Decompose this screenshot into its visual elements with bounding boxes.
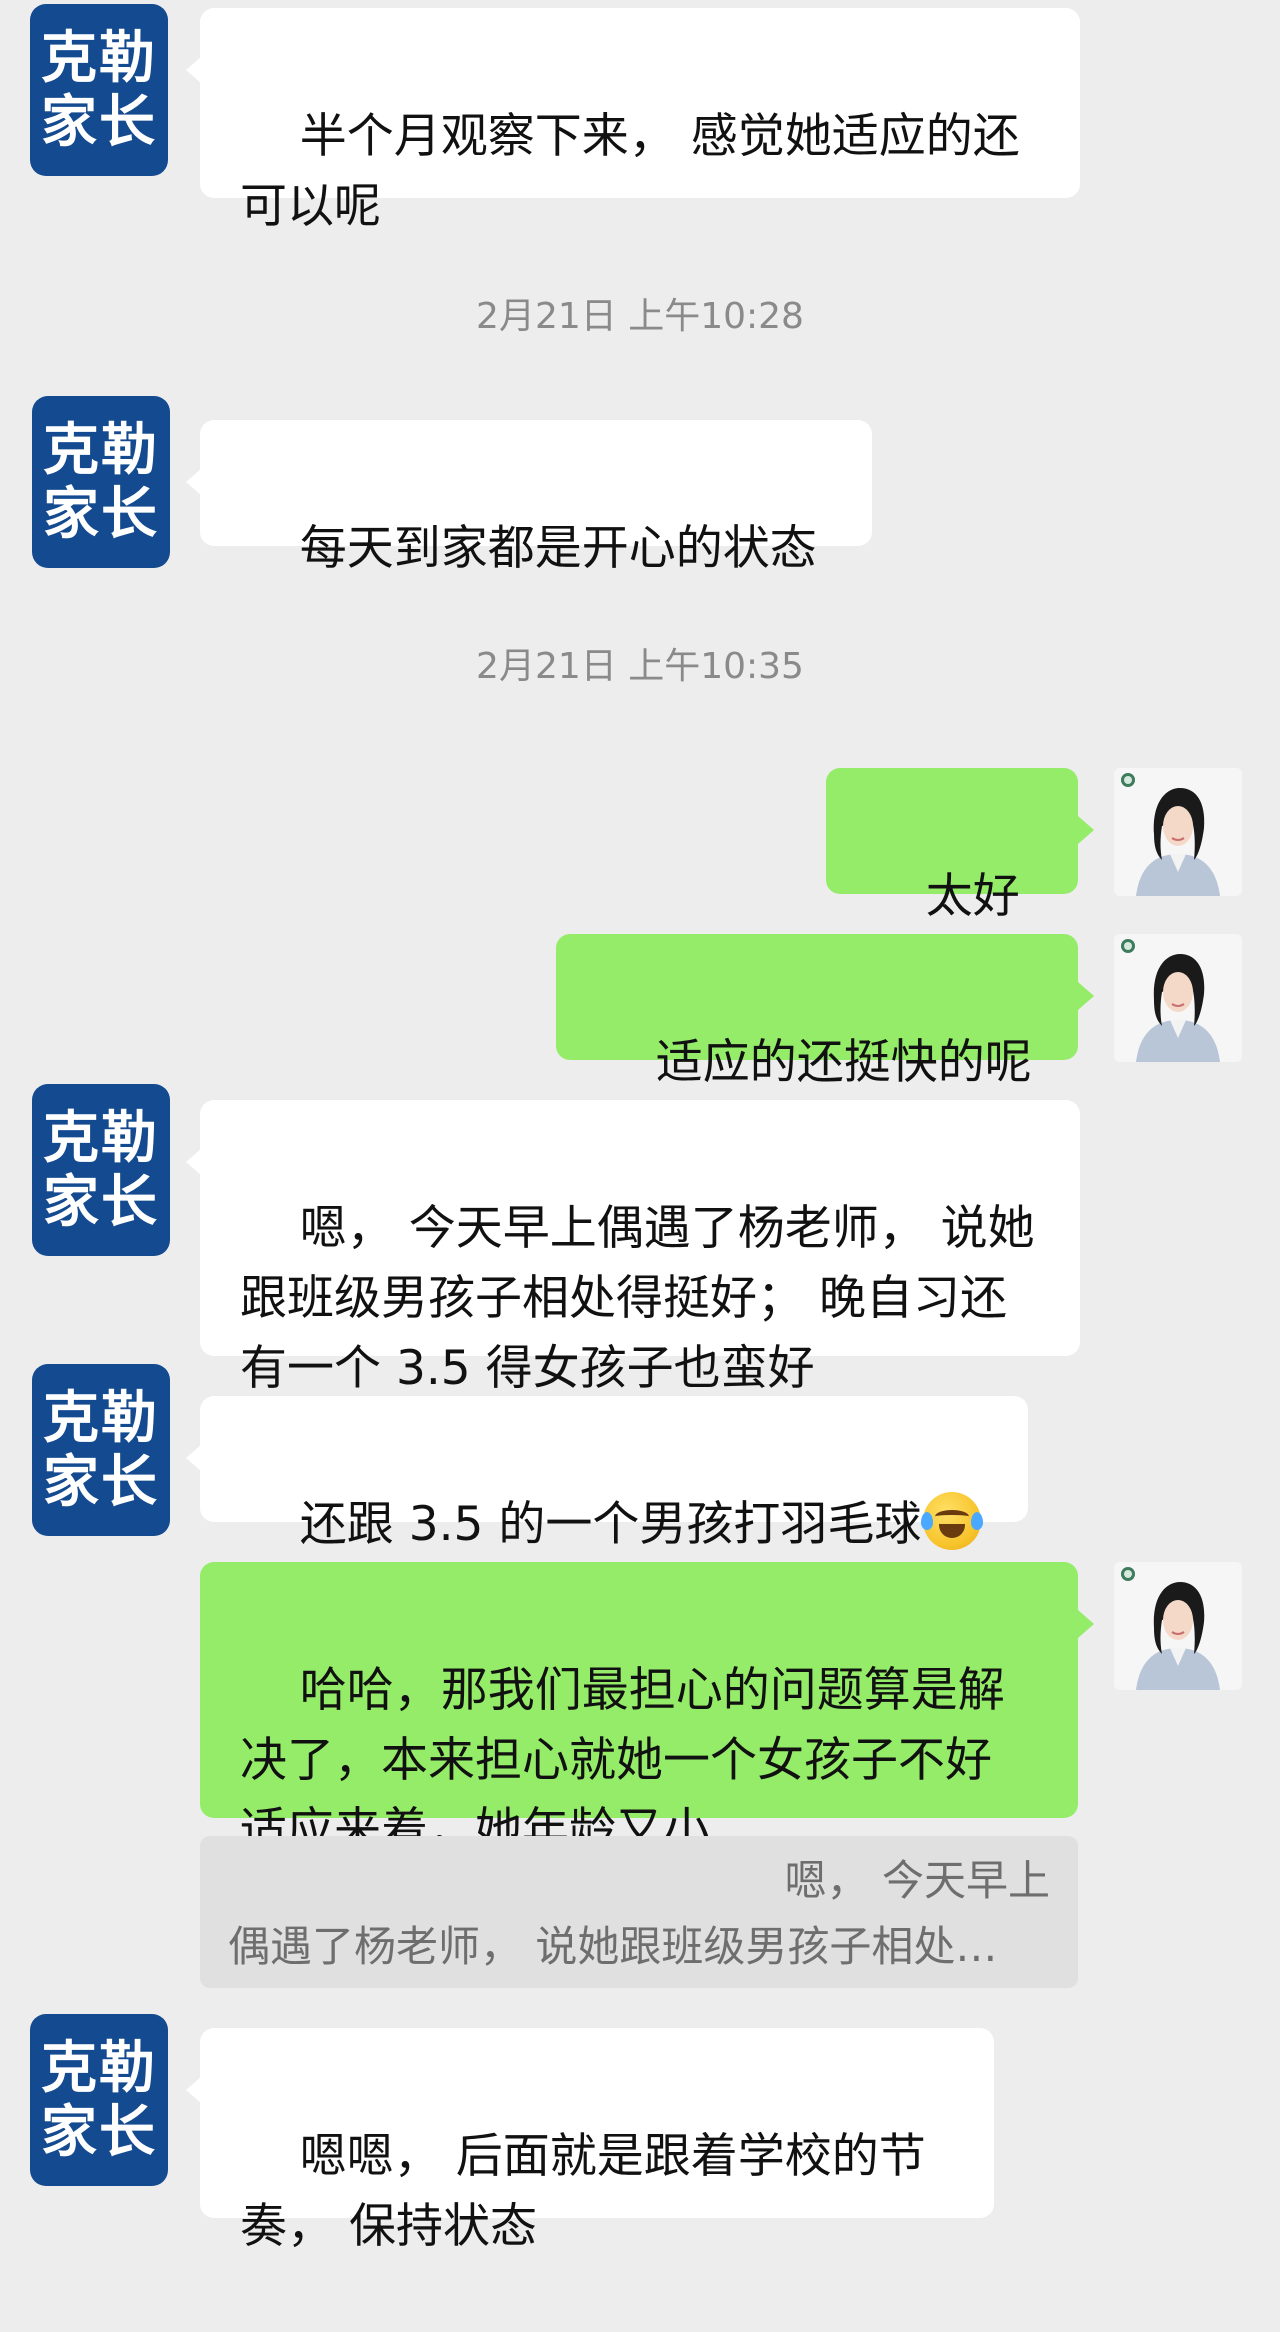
message-bubble[interactable]: 适应的还挺快的呢 xyxy=(556,934,1094,1090)
avatar-text-line2: 家长 xyxy=(43,481,159,547)
timestamp: 2月21日 上午10:28 xyxy=(476,296,804,337)
message-bubble[interactable]: 嗯嗯， 后面就是跟着学校的节奏， 保持状态 xyxy=(186,2028,994,2254)
quoted-text-line2: 偶遇了杨老师， 说她跟班级男孩子相处… xyxy=(228,1922,998,1971)
message-text: 嗯， 今天早上偶遇了杨老师， 说她跟班级男孩子相处得挺好； 晚自习还有一个 3.… xyxy=(240,1201,1035,1396)
message-bubble[interactable]: 半个月观察下来， 感觉她适应的还可以呢 xyxy=(186,8,1080,234)
quoted-text-line1: 嗯， 今天早上 xyxy=(784,1856,1050,1905)
teacher-avatar[interactable] xyxy=(1114,768,1242,896)
message-text: 适应的还挺快的呢 xyxy=(655,1035,1032,1090)
avatar-text-line1: 克勒 xyxy=(43,417,159,483)
message-bubble[interactable]: 嗯， 今天早上偶遇了杨老师， 说她跟班级男孩子相处得挺好； 晚自习还有一个 3.… xyxy=(186,1100,1080,1396)
message-bubble[interactable]: 还跟 3.5 的一个男孩打羽毛球 xyxy=(186,1396,1028,1552)
avatar-text-line2: 家长 xyxy=(41,2099,157,2165)
parent-avatar[interactable]: 克勒 家长 xyxy=(30,4,168,176)
message-text: 每天到家都是开心的状态 xyxy=(299,521,817,576)
message-text: 半个月观察下来， 感觉她适应的还可以呢 xyxy=(240,109,1020,234)
message-bubble[interactable]: 太好啦 xyxy=(826,768,1094,994)
laughing-crying-emoji-icon xyxy=(921,1492,984,1550)
avatar-text-line2: 家长 xyxy=(43,1449,159,1515)
teacher-avatar[interactable] xyxy=(1114,1562,1242,1690)
message-text: 还跟 3.5 的一个男孩打羽毛球 xyxy=(299,1497,922,1552)
chat-thread[interactable]: 克勒 家长 半个月观察下来， 感觉她适应的还可以呢 2月21日 上午10:28 … xyxy=(0,0,1280,2254)
avatar-text-line2: 家长 xyxy=(43,1169,159,1235)
parent-avatar[interactable]: 克勒 家长 xyxy=(32,1084,170,1256)
parent-avatar[interactable]: 克勒 家长 xyxy=(32,1364,170,1536)
timestamp: 2月21日 上午10:35 xyxy=(476,646,804,687)
avatar-text-line1: 克勒 xyxy=(43,1385,159,1451)
avatar-text-line1: 克勒 xyxy=(41,25,157,91)
parent-avatar[interactable]: 克勒 家长 xyxy=(32,396,170,568)
avatar-text-line2: 家长 xyxy=(41,89,157,155)
message-bubble[interactable]: 哈哈，那我们最担心的问题算是解决了，本来担心就她一个女孩子不好适应来着，她年龄又… xyxy=(200,1562,1094,1858)
avatar-text-line1: 克勒 xyxy=(43,1105,159,1171)
message-bubble[interactable]: 每天到家都是开心的状态 xyxy=(186,420,872,576)
avatar-text-line1: 克勒 xyxy=(41,2035,157,2101)
message-text: 哈哈，那我们最担心的问题算是解决了，本来担心就她一个女孩子不好适应来着，她年龄又… xyxy=(240,1663,1005,1858)
teacher-avatar[interactable] xyxy=(1114,934,1242,1062)
message-text: 嗯嗯， 后面就是跟着学校的节奏， 保持状态 xyxy=(240,2129,926,2254)
quoted-message[interactable]: 嗯， 今天早上 偶遇了杨老师， 说她跟班级男孩子相处… xyxy=(200,1836,1078,1988)
parent-avatar[interactable]: 克勒 家长 xyxy=(30,2014,168,2186)
